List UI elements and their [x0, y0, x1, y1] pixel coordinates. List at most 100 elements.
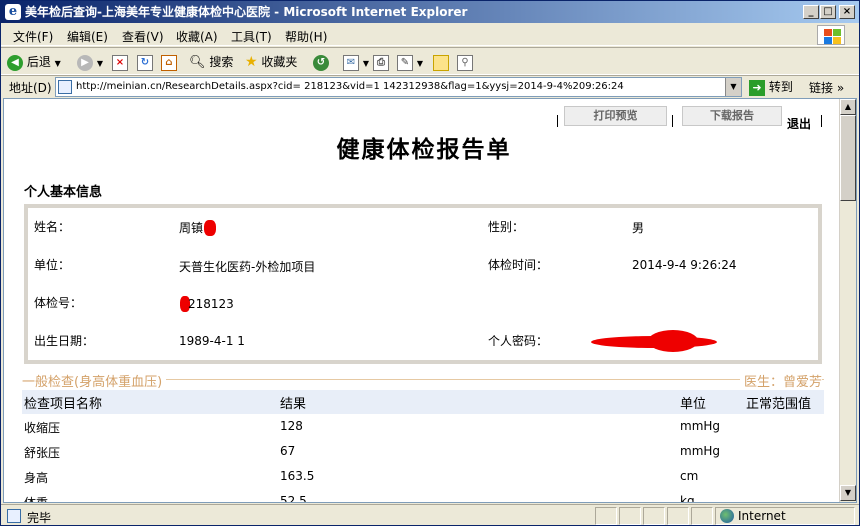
scroll-thumb[interactable] — [840, 115, 856, 201]
menu-help[interactable]: 帮助(H) — [285, 28, 327, 45]
links-button[interactable]: 链接 » — [809, 79, 844, 96]
mail-dropdown-icon: ▼ — [362, 59, 369, 68]
star-icon: ★ — [245, 54, 258, 70]
exit-link[interactable]: 退出 — [787, 115, 811, 132]
item-name: 体重 — [24, 496, 49, 503]
zone-label: Internet — [738, 509, 786, 523]
mail-button[interactable]: ✉ ▼ — [343, 53, 369, 71]
menu-bar: 文件(F) 编辑(E) 查看(V) 收藏(A) 工具(T) 帮助(H) — [1, 24, 859, 46]
item-unit: mmHg — [680, 444, 721, 458]
birth-value: 1989-4-1 1 — [179, 334, 245, 348]
status-bar: 完毕 Internet — [1, 504, 859, 526]
unit-label: 单位： — [34, 258, 71, 272]
edit-button[interactable]: ✎ ▼ — [397, 53, 423, 71]
mail-icon: ✉ — [343, 54, 359, 71]
status-text: 完毕 — [27, 511, 52, 525]
menu-view[interactable]: 查看(V) — [122, 28, 164, 45]
menu-favorites[interactable]: 收藏(A) — [176, 28, 218, 45]
menu-tools[interactable]: 工具(T) — [231, 28, 272, 45]
links-label: 链接 — [809, 81, 834, 95]
item-name: 收缩压 — [24, 421, 61, 435]
go-label: 转到 — [768, 80, 793, 94]
search-button[interactable]: 🔍︎ 搜索 — [189, 53, 233, 71]
window-title: 美年检后查询-上海美年专业健康体检中心医院 - Microsoft Intern… — [25, 5, 468, 19]
messenger-button[interactable]: ⚲ — [457, 53, 473, 71]
refresh-button[interactable]: ↻ — [137, 53, 153, 71]
scroll-down-icon[interactable]: ▼ — [840, 485, 856, 501]
research-icon: ⚲ — [457, 54, 473, 71]
refresh-icon: ↻ — [137, 54, 153, 71]
back-arrow-icon: ◀ — [7, 54, 23, 71]
stop-icon: × — [112, 54, 128, 71]
note-icon — [433, 54, 449, 71]
status-pane — [691, 507, 713, 525]
item-result: 52.5 — [280, 494, 307, 503]
address-dropdown-icon[interactable]: ▼ — [725, 78, 741, 96]
close-button[interactable]: × — [839, 5, 855, 19]
print-preview-button[interactable]: 打印预览 — [564, 106, 667, 126]
status-pane — [643, 507, 665, 525]
personal-info-box: 姓名： 周镇 性别： 男 单位： 天普生化医药-外检加项目 体检时间： 2014… — [24, 204, 822, 364]
stop-button[interactable]: × — [112, 53, 128, 71]
birth-label: 出生日期： — [34, 334, 95, 348]
toolbar: ◀ 后退 ▼ ▶ ▼ × ↻ ⌂ 🔍︎ 搜索 ★ 收藏夹 ↺ ✉ ▼ ⎙ ✎ ▼… — [1, 47, 859, 75]
back-button[interactable]: ◀ 后退 ▼ — [7, 53, 61, 71]
address-label: 地址(D) — [9, 81, 52, 95]
name-value: 周镇 — [179, 221, 204, 235]
item-unit: cm — [680, 469, 699, 483]
forward-button[interactable]: ▶ ▼ — [77, 53, 103, 71]
title-bar: e 美年检后查询-上海美年专业健康体检中心医院 - Microsoft Inte… — [1, 1, 859, 23]
home-icon: ⌂ — [161, 54, 177, 71]
doctor-name: 医生：曾爱芳 — [739, 371, 822, 390]
separator — [821, 115, 822, 127]
forward-arrow-icon: ▶ — [77, 54, 93, 71]
item-name: 舒张压 — [24, 446, 61, 460]
table-row: 身高 163.5 cm — [22, 465, 824, 489]
menu-file[interactable]: 文件(F) — [13, 28, 53, 45]
column-header: 正常范围值 — [746, 397, 812, 412]
ie-window: e 美年检后查询-上海美年专业健康体检中心医院 - Microsoft Inte… — [0, 0, 860, 526]
edit-dropdown-icon: ▼ — [416, 59, 423, 68]
history-button[interactable]: ↺ — [313, 53, 329, 71]
go-button[interactable]: ➜ 转到 — [749, 78, 793, 96]
name-label: 姓名： — [34, 220, 71, 234]
search-icon: 🔍︎ — [189, 55, 206, 70]
table-header: 检查项目名称 结果 单位 正常范围值 — [22, 390, 824, 414]
table-row: 体重 52.5 kg — [22, 490, 824, 503]
address-url: http://meinian.cn/ResearchDetails.aspx?c… — [76, 81, 624, 92]
download-report-button[interactable]: 下载报告 — [682, 106, 782, 126]
chevron-right-icon: » — [836, 81, 845, 95]
item-unit: mmHg — [680, 419, 721, 433]
maximize-button[interactable]: □ — [820, 5, 836, 19]
exam-id-label: 体检号： — [34, 296, 83, 310]
back-dropdown-icon: ▼ — [54, 59, 61, 68]
exam-time-label: 体检时间： — [488, 258, 549, 272]
gender-label: 性别： — [488, 220, 525, 234]
minimize-button[interactable]: _ — [803, 5, 819, 19]
unit-value: 天普生化医药-外检加项目 — [179, 260, 316, 274]
address-input[interactable]: http://meinian.cn/ResearchDetails.aspx?c… — [55, 77, 742, 97]
search-label: 搜索 — [209, 55, 234, 69]
back-label: 后退 — [26, 55, 51, 69]
exam-time-value: 2014-9-4 9:26:24 — [632, 258, 737, 272]
column-header: 单位 — [680, 397, 707, 412]
home-button[interactable]: ⌂ — [161, 53, 177, 71]
status-pane — [595, 507, 617, 525]
item-name: 身高 — [24, 471, 49, 485]
favorites-button[interactable]: ★ 收藏夹 — [245, 53, 297, 71]
scroll-up-icon[interactable]: ▲ — [840, 99, 856, 115]
menu-edit[interactable]: 编辑(E) — [67, 28, 108, 45]
print-button[interactable]: ⎙ — [373, 53, 389, 71]
exam-section-title: 一般检查(身高体重血压) — [22, 371, 167, 390]
table-row: 舒张压 67 mmHg — [22, 440, 824, 464]
exam-section-header: 一般检查(身高体重血压) 医生：曾爱芳 — [22, 371, 824, 390]
status-pane — [619, 507, 641, 525]
address-bar: 地址(D) http://meinian.cn/ResearchDetails.… — [1, 75, 859, 97]
column-header: 结果 — [280, 397, 307, 412]
redaction-mark — [204, 220, 216, 236]
discuss-button[interactable] — [433, 53, 449, 71]
column-header: 检查项目名称 — [24, 397, 103, 412]
printer-icon: ⎙ — [373, 54, 389, 71]
report-page: 打印预览 下载报告 退出 健康体检报告单 个人基本信息 姓名： 周镇 性别： 男… — [22, 99, 826, 502]
vertical-scrollbar[interactable]: ▲ ▼ — [839, 99, 856, 502]
